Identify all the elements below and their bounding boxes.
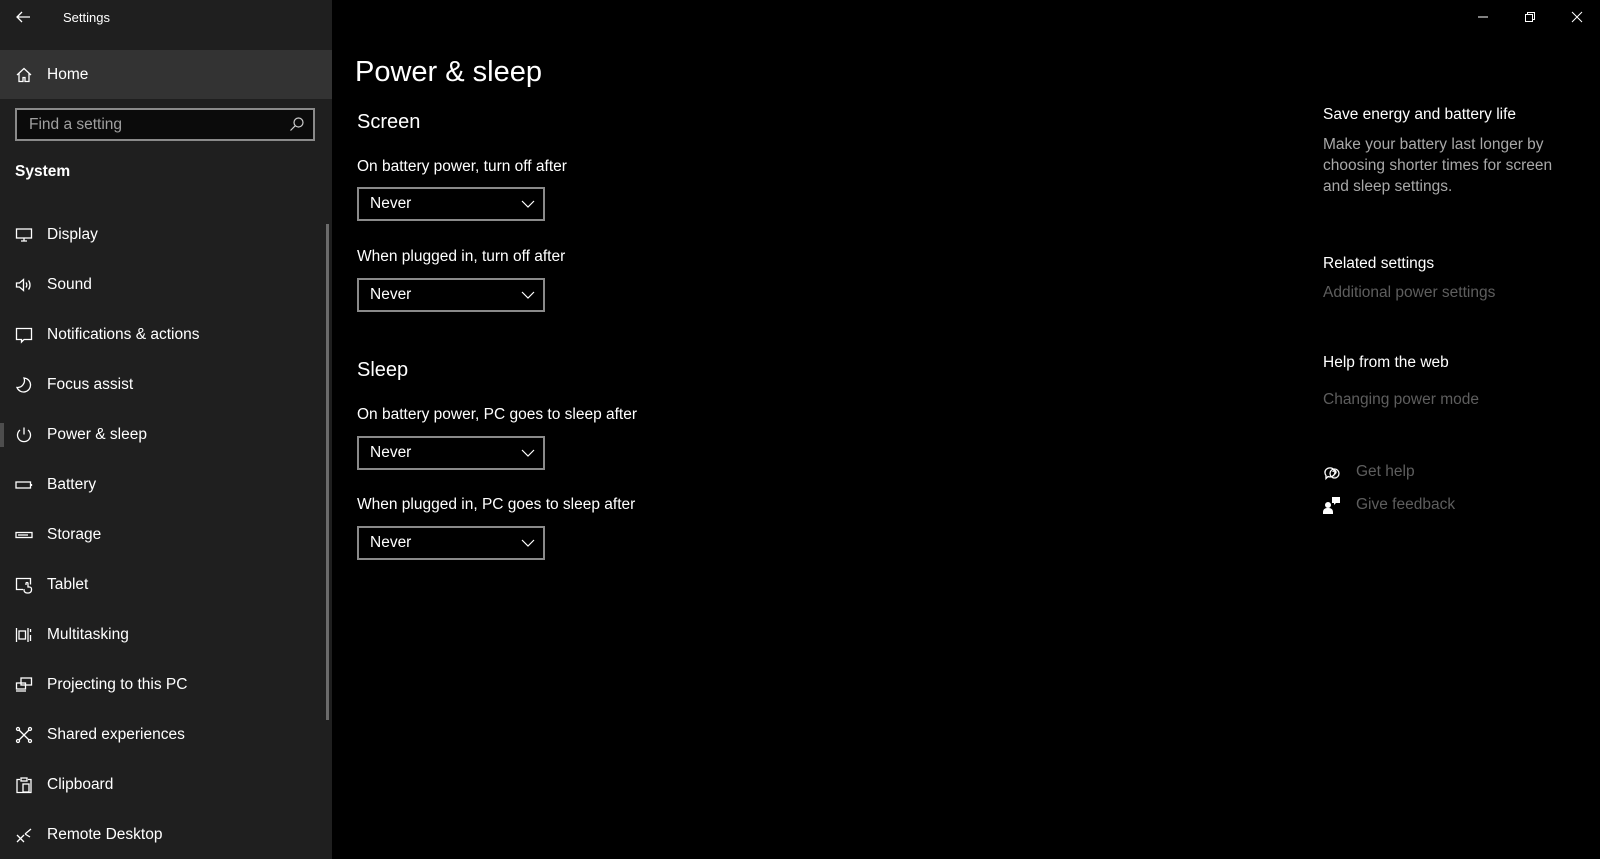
settings-window: Settings Home System Display — [0, 0, 1600, 859]
search-icon[interactable] — [289, 116, 305, 132]
minimize-button[interactable] — [1459, 0, 1506, 34]
sidebar-item-label: Remote Desktop — [47, 826, 163, 843]
help-from-web-heading: Help from the web — [1323, 354, 1449, 371]
sleep-plugged-label: When plugged in, PC goes to sleep after — [357, 496, 636, 513]
sidebar-item-home[interactable]: Home — [0, 50, 332, 99]
display-icon — [14, 225, 34, 245]
sidebar-item-label: Shared experiences — [47, 726, 185, 743]
give-feedback-link[interactable]: Give feedback — [1323, 494, 1455, 516]
get-help-icon — [1324, 467, 1340, 481]
sidebar-item-label: Storage — [47, 526, 102, 543]
sidebar-item-label: Projecting to this PC — [47, 676, 188, 693]
storage-icon — [14, 525, 34, 545]
sidebar-item-shared-experiences[interactable]: Shared experiences — [0, 710, 322, 760]
dropdown-value: Never — [370, 444, 412, 461]
sleep-plugged-dropdown[interactable]: Never — [357, 526, 545, 560]
window-controls — [1459, 0, 1600, 34]
battery-icon — [14, 475, 34, 495]
get-help-link[interactable]: Get help — [1323, 461, 1415, 483]
sidebar-item-storage[interactable]: Storage — [0, 510, 322, 560]
dropdown-value: Never — [370, 286, 412, 303]
minimize-icon — [1477, 16, 1488, 18]
chevron-down-icon — [521, 200, 535, 208]
sidebar-item-power-sleep[interactable]: Power & sleep — [0, 410, 322, 460]
sidebar-item-label: Clipboard — [47, 776, 114, 793]
changing-power-mode-link[interactable]: Changing power mode — [1323, 391, 1479, 409]
give-feedback-icon — [1323, 497, 1340, 514]
save-energy-text: Make your battery last longer by choosin… — [1323, 136, 1553, 195]
screen-plugged-dropdown[interactable]: Never — [357, 278, 545, 312]
moon-icon — [14, 375, 34, 395]
sidebar-item-multitasking[interactable]: Multitasking — [0, 610, 322, 660]
home-icon — [14, 65, 34, 85]
tablet-icon — [14, 575, 34, 595]
sidebar-item-label: Battery — [47, 476, 97, 493]
chevron-down-icon — [521, 539, 535, 547]
chevron-down-icon — [521, 449, 535, 457]
screen-battery-label: On battery power, turn off after — [357, 158, 567, 175]
projecting-icon — [14, 675, 34, 695]
sidebar: Settings Home System Display — [0, 0, 332, 859]
sleep-battery-dropdown[interactable]: Never — [357, 436, 545, 470]
restore-button[interactable] — [1506, 0, 1553, 34]
related-settings-heading: Related settings — [1323, 255, 1435, 272]
notification-icon — [14, 325, 34, 345]
title-bar: Settings — [0, 0, 332, 34]
sidebar-item-label: Multitasking — [47, 626, 129, 643]
back-button[interactable] — [0, 0, 46, 34]
home-label: Home — [47, 65, 89, 83]
sidebar-nav: Display Sound Notifications & actions Fo… — [0, 210, 322, 859]
sidebar-item-label: Tablet — [47, 576, 89, 593]
section-heading-system: System — [15, 163, 71, 180]
clipboard-icon — [14, 775, 34, 795]
shared-experiences-icon — [14, 725, 34, 745]
sidebar-item-label: Sound — [47, 276, 92, 293]
sidebar-item-sound[interactable]: Sound — [0, 260, 322, 310]
remote-desktop-icon — [14, 825, 34, 845]
chevron-down-icon — [521, 291, 535, 299]
speaker-icon — [14, 275, 34, 295]
restore-icon — [1524, 12, 1535, 22]
sidebar-item-projecting[interactable]: Projecting to this PC — [0, 660, 322, 710]
screen-battery-dropdown[interactable]: Never — [357, 187, 545, 221]
save-energy-heading: Save energy and battery life — [1323, 106, 1517, 123]
dropdown-value: Never — [370, 534, 412, 551]
search-input[interactable] — [17, 115, 277, 134]
sidebar-item-focus-assist[interactable]: Focus assist — [0, 360, 322, 410]
power-icon — [14, 425, 34, 445]
sleep-battery-label: On battery power, PC goes to sleep after — [357, 406, 638, 423]
screen-section-title: Screen — [357, 111, 421, 133]
close-button[interactable] — [1553, 0, 1600, 34]
app-title: Settings — [63, 10, 110, 25]
give-feedback-label: Give feedback — [1356, 496, 1456, 513]
sidebar-item-remote-desktop[interactable]: Remote Desktop — [0, 810, 322, 859]
sidebar-item-display[interactable]: Display — [0, 210, 322, 260]
sidebar-item-label: Focus assist — [47, 376, 134, 393]
sidebar-scrollbar[interactable] — [326, 224, 329, 720]
sidebar-item-label: Notifications & actions — [47, 326, 200, 343]
sidebar-item-tablet[interactable]: Tablet — [0, 560, 322, 610]
sidebar-item-notifications[interactable]: Notifications & actions — [0, 310, 322, 360]
page-title: Power & sleep — [355, 56, 542, 88]
main-content: Power & sleep Screen On battery power, t… — [332, 0, 1600, 859]
sidebar-item-label: Power & sleep — [47, 426, 147, 443]
screen-plugged-label: When plugged in, turn off after — [357, 248, 566, 265]
get-help-label: Get help — [1356, 463, 1415, 480]
back-arrow-icon — [16, 11, 30, 23]
sidebar-item-label: Display — [47, 226, 98, 243]
sleep-section-title: Sleep — [357, 359, 409, 381]
close-icon — [1571, 11, 1582, 23]
dropdown-value: Never — [370, 195, 412, 212]
search-box[interactable] — [15, 108, 315, 141]
sidebar-item-battery[interactable]: Battery — [0, 460, 322, 510]
sidebar-item-clipboard[interactable]: Clipboard — [0, 760, 322, 810]
additional-power-settings-link[interactable]: Additional power settings — [1323, 284, 1495, 302]
multitasking-icon — [14, 625, 34, 645]
